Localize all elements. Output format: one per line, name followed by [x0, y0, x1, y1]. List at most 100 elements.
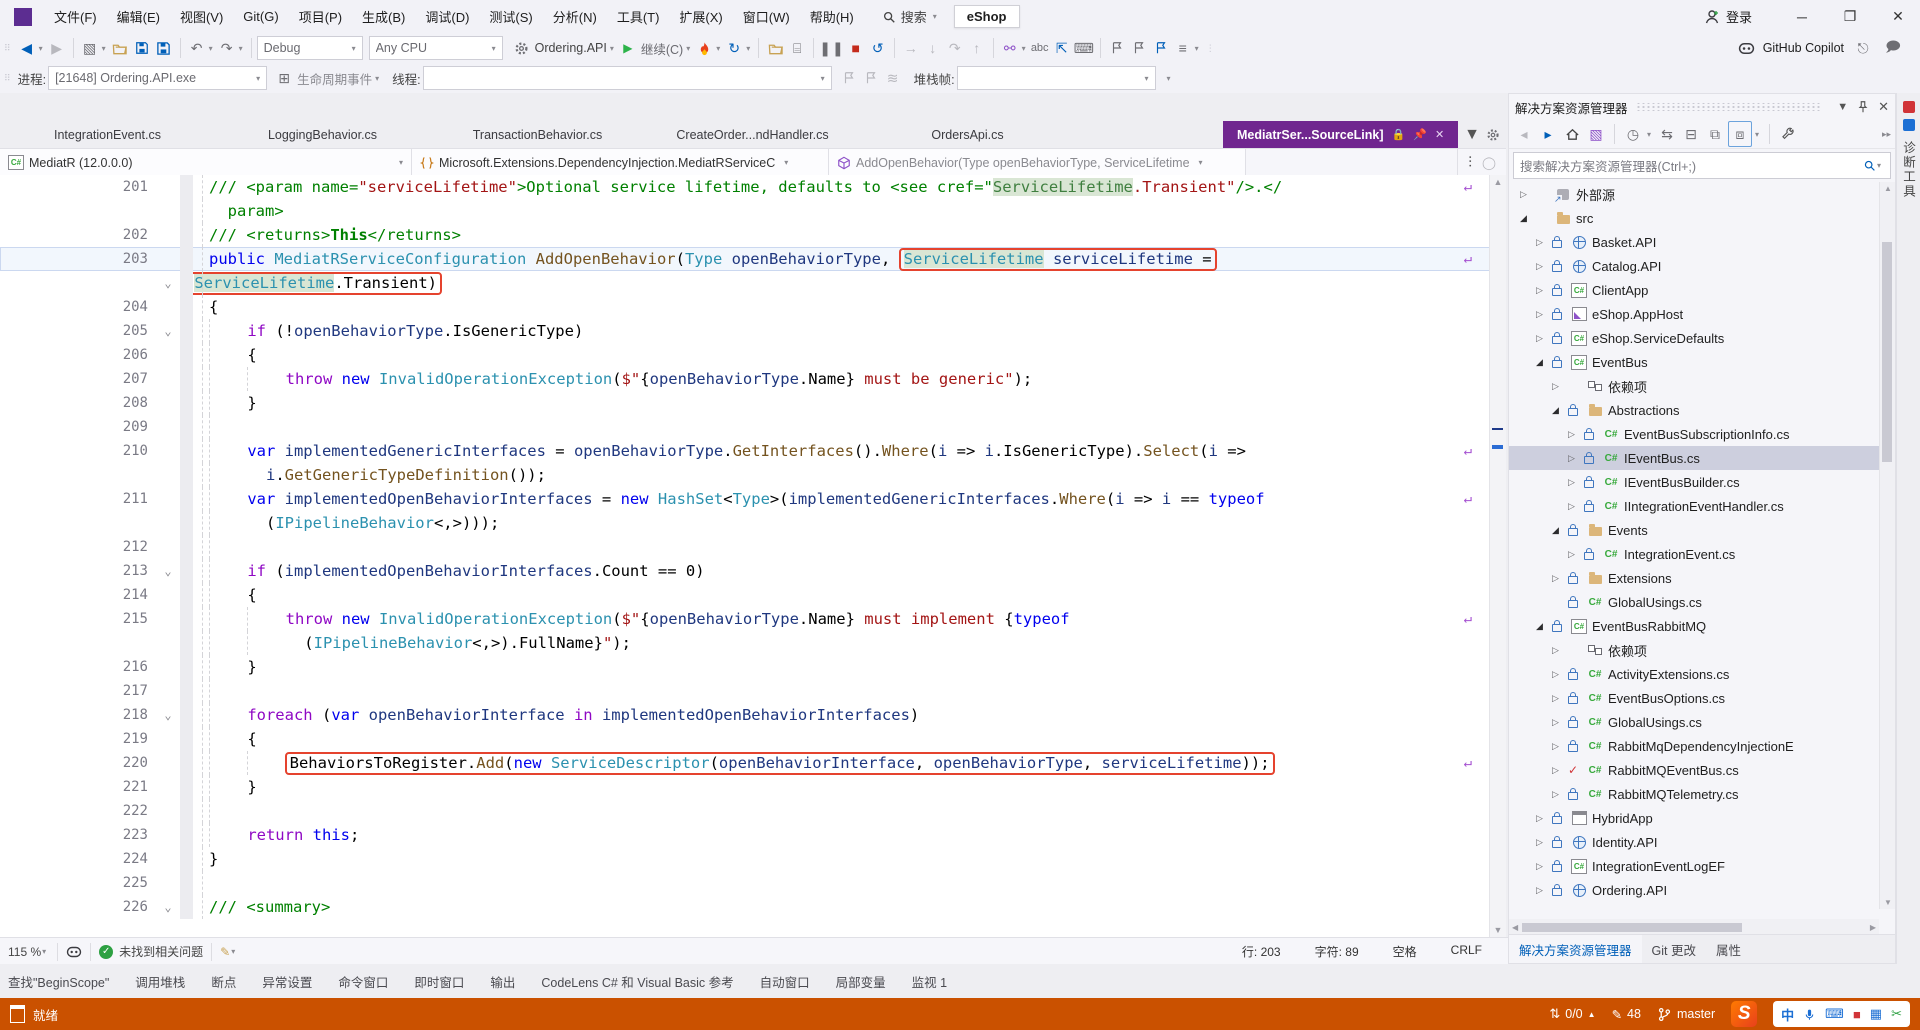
menu-item[interactable]: 编辑(E): [107, 0, 170, 33]
search-box[interactable]: 搜索 ▾: [882, 7, 940, 26]
sync-updown-indicator[interactable]: ⇅ 0/0 ▲: [1549, 1006, 1595, 1022]
bottom-tab[interactable]: 命令窗口: [338, 972, 388, 991]
collapsed-arrow-icon[interactable]: ▷: [1563, 477, 1580, 488]
tree-item[interactable]: ▷ HybridApp: [1509, 806, 1879, 830]
tree-item[interactable]: ◢ Abstractions: [1509, 398, 1879, 422]
ime-toolbar[interactable]: 中 ⌨ ■ ▦ ✂: [1773, 1001, 1910, 1027]
expanded-arrow-icon[interactable]: ◢: [1531, 357, 1548, 368]
code-line[interactable]: 223 return this;: [0, 823, 1506, 847]
tab-pin-icon[interactable]: 📌: [1413, 128, 1427, 141]
tool-window-tab[interactable]: Git 更改: [1642, 935, 1706, 963]
panel-menu-caret-icon[interactable]: ▼: [1837, 101, 1848, 113]
sogou-ime-badge[interactable]: S: [1731, 1001, 1758, 1027]
code-line[interactable]: 221}: [0, 775, 1506, 799]
code-line[interactable]: (IPipelineBehavior<,>).FullName}");: [0, 631, 1506, 655]
document-tab-active[interactable]: MediatrSer...SourceLink] 🔒 📌 ✕: [1222, 121, 1459, 148]
tree-item[interactable]: ▷ C# IntegrationEventLogEF: [1509, 854, 1879, 878]
split-window-icon[interactable]: ⫶: [1468, 154, 1472, 171]
thread-combo[interactable]: ▾: [422, 66, 832, 90]
browse-folder-icon[interactable]: [764, 36, 786, 60]
tree-item[interactable]: ▷ C# ActivityExtensions.cs: [1509, 662, 1879, 686]
sign-in-button[interactable]: 登录: [1704, 7, 1752, 26]
code-line[interactable]: 219 {: [0, 727, 1506, 751]
github-copilot-icon[interactable]: [1738, 40, 1755, 57]
code-map-icon[interactable]: ⚯: [999, 36, 1021, 60]
suspend-threads-icon[interactable]: ≋: [882, 66, 904, 90]
collapsed-arrow-icon[interactable]: ▷: [1547, 789, 1564, 800]
project-crumb[interactable]: C# MediatR (12.0.0.0) ▾: [0, 149, 412, 176]
menu-item[interactable]: Git(G): [233, 0, 288, 33]
tree-item[interactable]: ▷ 依赖项: [1509, 374, 1879, 398]
spell-check-icon[interactable]: abc: [1029, 36, 1051, 60]
tree-item[interactable]: ▷ Basket.API: [1509, 230, 1879, 254]
type-crumb[interactable]: Microsoft.Extensions.DependencyInjection…: [412, 149, 829, 176]
branch-indicator[interactable]: master: [1657, 1007, 1715, 1022]
zoom-level[interactable]: 115 %: [8, 945, 41, 959]
step-out-icon[interactable]: ↑: [966, 36, 988, 60]
code-line[interactable]: param>: [0, 199, 1506, 223]
save-all-icon[interactable]: [153, 36, 175, 60]
step-into-icon[interactable]: ↓: [922, 36, 944, 60]
tree-item[interactable]: ▷ 外部源: [1509, 182, 1879, 206]
bottom-tab[interactable]: 监视 1: [912, 972, 947, 991]
code-line[interactable]: 211 var implementedOpenBehaviorInterfaces…: [0, 487, 1506, 511]
stop-debugging-icon[interactable]: ■: [845, 36, 867, 60]
expanded-arrow-icon[interactable]: ◢: [1547, 525, 1564, 536]
code-line[interactable]: 204 {: [0, 295, 1506, 319]
tree-item[interactable]: ▷ C# EventBusOptions.cs: [1509, 686, 1879, 710]
fold-marker[interactable]: ⌄: [156, 276, 180, 290]
collapsed-arrow-icon[interactable]: ▷: [1531, 285, 1548, 296]
menu-item[interactable]: 生成(B): [352, 0, 415, 33]
expanded-arrow-icon[interactable]: ◢: [1547, 405, 1564, 416]
nav-back-circle-icon[interactable]: ◯: [1482, 155, 1496, 170]
fold-marker[interactable]: ⌄: [156, 324, 180, 338]
explorer-back-icon[interactable]: ◂: [1513, 122, 1535, 146]
tree-horizontal-scrollbar[interactable]: ◀ ▶: [1509, 919, 1879, 935]
panel-close-icon[interactable]: ✕: [1878, 99, 1889, 115]
collapsed-arrow-icon[interactable]: ▷: [1547, 693, 1564, 704]
collapsed-arrow-icon[interactable]: ▷: [1531, 885, 1548, 896]
collapsed-arrow-icon[interactable]: ▷: [1531, 237, 1548, 248]
scroll-up-icon[interactable]: ▲: [1490, 177, 1506, 187]
code-editor[interactable]: 201 /// <param name="serviceLifetime">Opt…: [0, 175, 1506, 937]
bottom-tab[interactable]: 自动窗口: [760, 972, 810, 991]
eol-indicator[interactable]: CRLF: [1451, 943, 1482, 960]
minimize-button[interactable]: ─: [1780, 1, 1824, 33]
indent-guides-icon[interactable]: ⌨: [1073, 36, 1095, 60]
code-line[interactable]: 206 {: [0, 343, 1506, 367]
collapsed-arrow-icon[interactable]: ▷: [1531, 813, 1548, 824]
document-tab[interactable]: CreateOrder...ndHandler.cs: [645, 121, 860, 148]
redo-icon[interactable]: ↷: [216, 36, 238, 60]
solution-name-badge[interactable]: eShop: [953, 5, 1020, 28]
code-line[interactable]: 218 ⌄ foreach (var openBehaviorInterface i…: [0, 703, 1506, 727]
tree-item[interactable]: ▷ eShop.AppHost: [1509, 302, 1879, 326]
tab-list-caret-icon[interactable]: ▼: [1464, 126, 1480, 144]
collapsed-arrow-icon[interactable]: ▷: [1563, 453, 1580, 464]
code-line[interactable]: 205 ⌄ if (!openBehaviorType.IsGenericType): [0, 319, 1506, 343]
explorer-home-icon[interactable]: [1561, 122, 1583, 146]
tree-item[interactable]: ▷ C# EventBusSubscriptionInfo.cs: [1509, 422, 1879, 446]
task-list-icon[interactable]: ≡: [1172, 36, 1194, 60]
column-indicator[interactable]: 字符: 89: [1315, 943, 1359, 960]
collapsed-arrow-icon[interactable]: ▷: [1531, 837, 1548, 848]
tree-item[interactable]: ▷ C# IEventBus.cs: [1509, 446, 1879, 470]
menu-item[interactable]: 文件(F): [44, 0, 107, 33]
bookmark-list-icon[interactable]: [1150, 36, 1172, 60]
flag-thread-icon[interactable]: [838, 66, 860, 90]
collapse-all-icon[interactable]: ⊟: [1680, 122, 1702, 146]
editor-vertical-scrollbar[interactable]: ▲ ▼: [1489, 175, 1506, 937]
bottom-tab[interactable]: 异常设置: [262, 972, 312, 991]
tree-item[interactable]: ◢ src: [1509, 206, 1879, 230]
collapsed-arrow-icon[interactable]: ▷: [1547, 741, 1564, 752]
collapsed-arrow-icon[interactable]: ▷: [1547, 381, 1564, 392]
hot-reload-icon[interactable]: [693, 36, 715, 60]
code-line[interactable]: 214 {: [0, 583, 1506, 607]
explorer-forward-icon[interactable]: ▸: [1537, 122, 1559, 146]
navigate-back-icon[interactable]: ◀: [16, 36, 38, 60]
bottom-tab[interactable]: 即时窗口: [414, 972, 464, 991]
restart-app-icon[interactable]: ↻: [723, 36, 745, 60]
collapsed-arrow-icon[interactable]: ▷: [1531, 861, 1548, 872]
tree-item[interactable]: ▷ C# eShop.ServiceDefaults: [1509, 326, 1879, 350]
new-project-icon[interactable]: ▧: [79, 36, 101, 60]
space-indicator[interactable]: 空格: [1393, 943, 1417, 960]
